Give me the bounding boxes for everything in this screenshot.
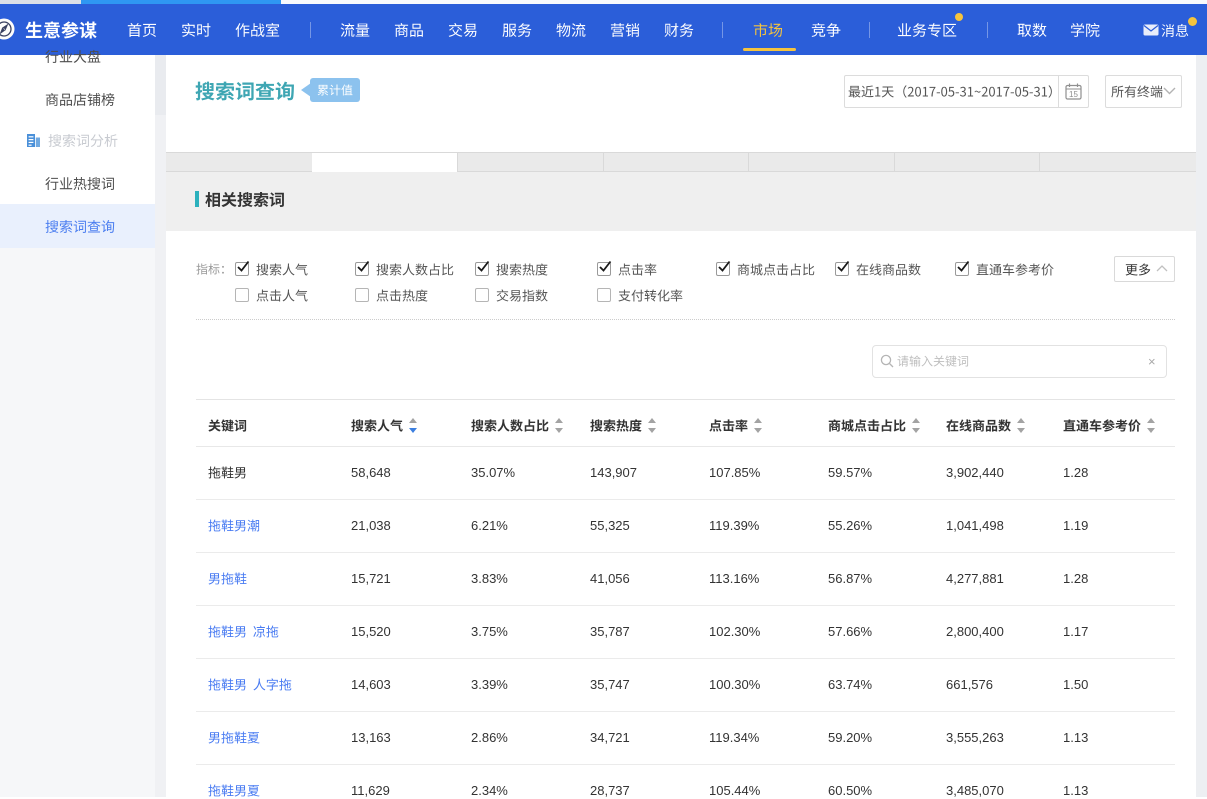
svg-text:15: 15 bbox=[1069, 90, 1078, 99]
